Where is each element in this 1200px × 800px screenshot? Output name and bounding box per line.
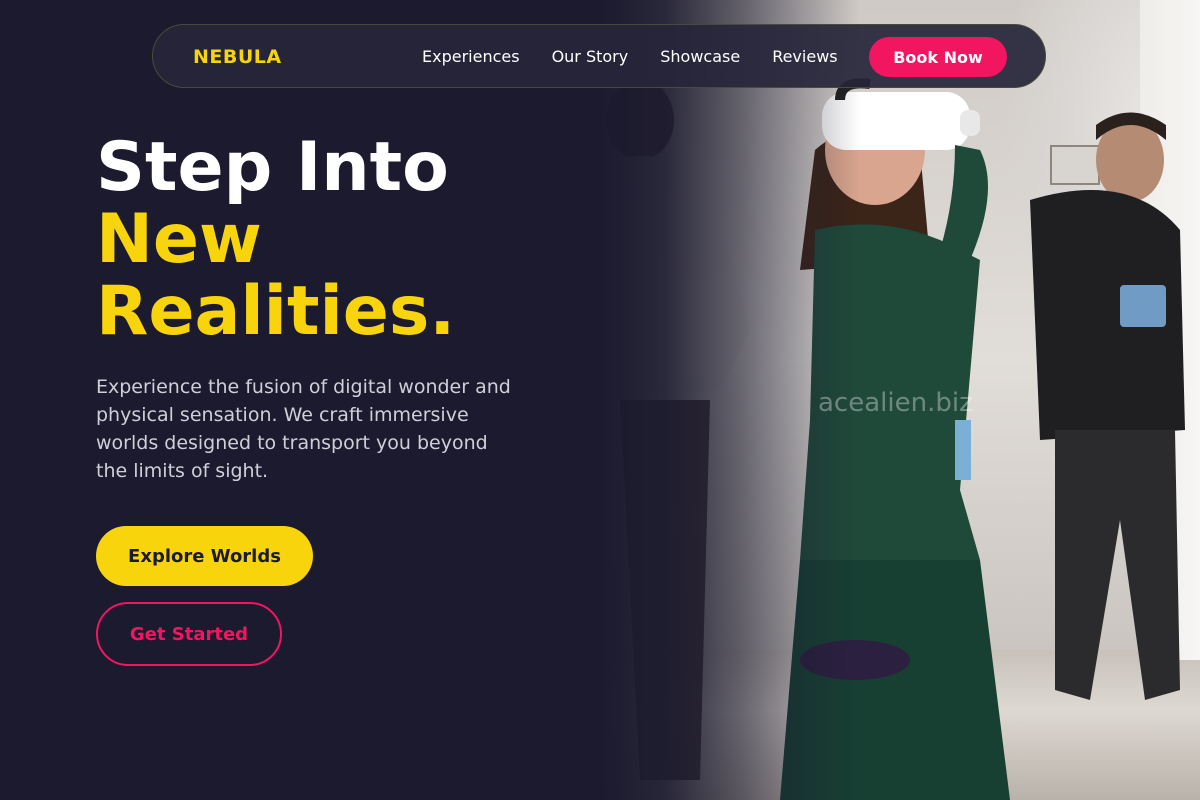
hero-title: Step Into New Realities. <box>96 132 455 348</box>
nav-links: Experiences Our Story Showcase Reviews <box>422 47 870 66</box>
nav-link-showcase[interactable]: Showcase <box>660 47 740 66</box>
hero-title-line3: Realities. <box>96 272 456 351</box>
get-started-button[interactable]: Get Started <box>96 602 282 666</box>
brand-logo[interactable]: NEBULA <box>193 46 282 68</box>
nav-link-experiences[interactable]: Experiences <box>422 47 520 66</box>
hero-image: acealien.biz <box>600 0 1200 800</box>
watermark: acealien.biz <box>818 388 973 418</box>
nav-link-reviews[interactable]: Reviews <box>772 47 837 66</box>
explore-worlds-button[interactable]: Explore Worlds <box>96 526 313 586</box>
hero-title-line2: New <box>96 200 262 279</box>
nav-link-our-story[interactable]: Our Story <box>552 47 629 66</box>
bystander-right <box>1030 112 1185 700</box>
hero-description: Experience the fusion of digital wonder … <box>96 376 511 482</box>
top-navbar: NEBULA Experiences Our Story Showcase Re… <box>152 24 1046 88</box>
book-now-button[interactable]: Book Now <box>869 37 1007 77</box>
hero-title-line1: Step Into <box>96 128 449 207</box>
